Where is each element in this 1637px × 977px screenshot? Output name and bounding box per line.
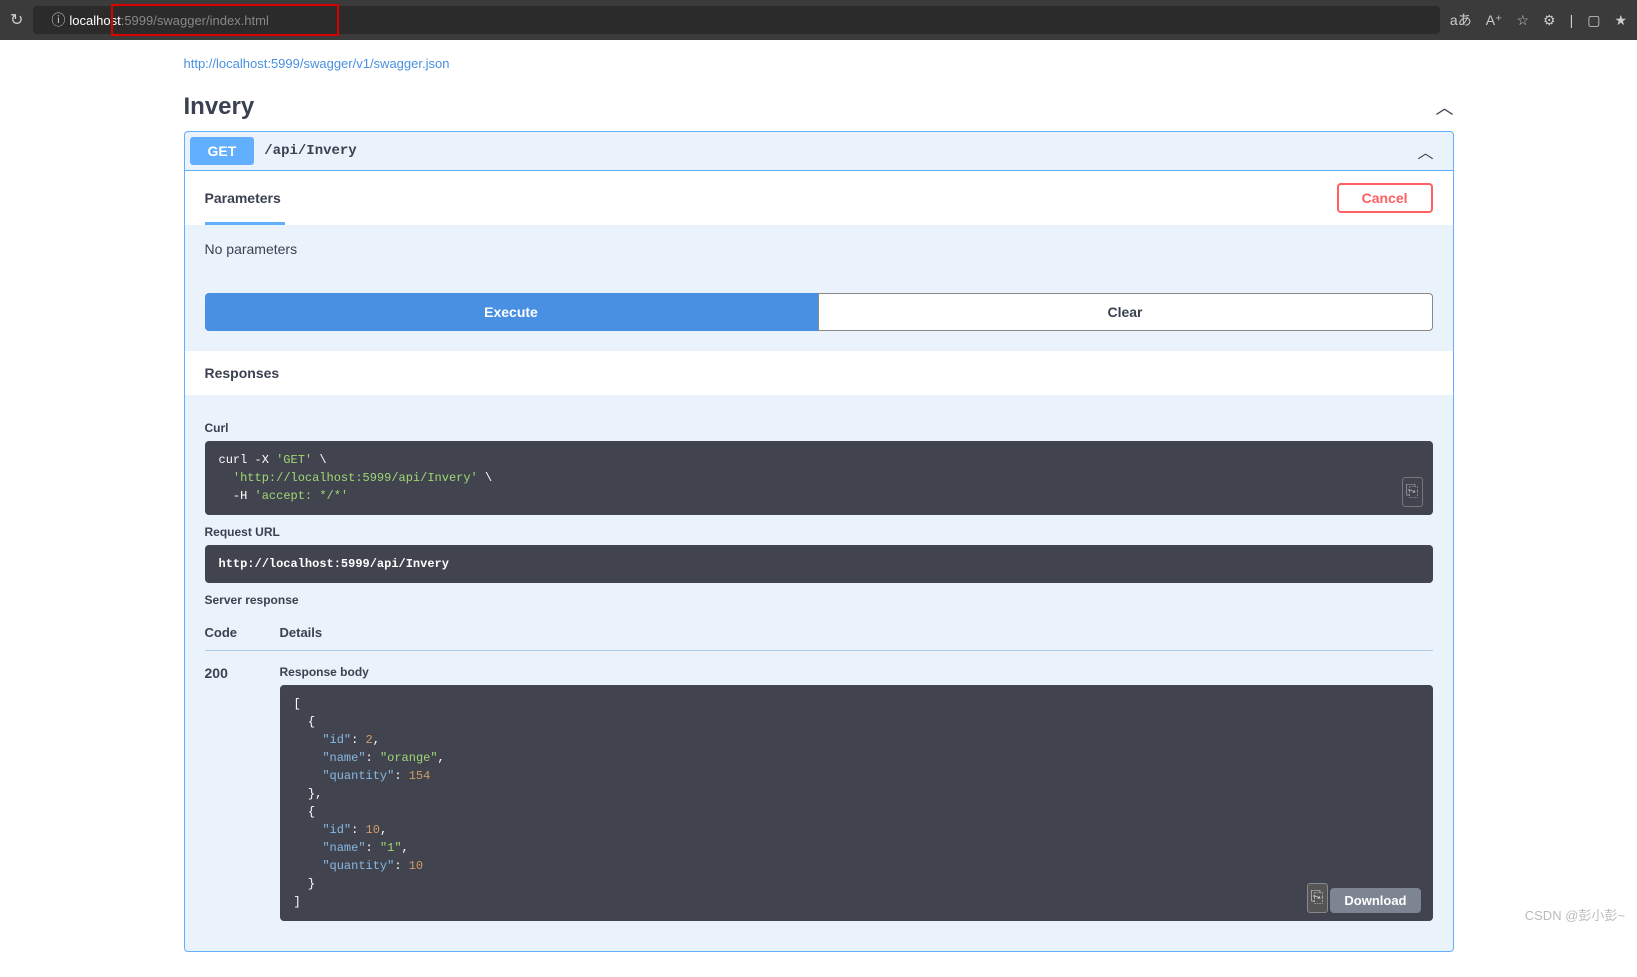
url-input[interactable]: ⓘ localhost:5999/swagger/index.html <box>33 6 1440 34</box>
url-text: localhost:5999/swagger/index.html <box>69 13 268 28</box>
curl-label: Curl <box>205 421 1433 435</box>
request-url-block: http://localhost:5999/api/Invery <box>205 545 1433 583</box>
extensions-icon[interactable]: ⚙ <box>1543 12 1556 29</box>
execute-button[interactable]: Execute <box>205 293 818 331</box>
execute-row: Execute Clear <box>185 273 1453 351</box>
response-body-block: [ { "id": 2, "name": "orange", "quantity… <box>280 685 1433 921</box>
reload-icon[interactable]: ↻ <box>10 10 23 30</box>
operation-path: /api/Invery <box>254 143 1403 159</box>
response-row: 200 Response body [ { "id": 2, "name": "… <box>205 651 1433 935</box>
tag-header[interactable]: Invery ︿ <box>184 77 1454 131</box>
browser-address-bar: ↻ ⓘ localhost:5999/swagger/index.html aあ… <box>0 0 1637 40</box>
read-aloud-icon[interactable]: A⁺ <box>1486 12 1503 29</box>
responses-body: Curl curl -X 'GET' \ 'http://localhost:5… <box>185 395 1453 951</box>
server-response-label: Server response <box>205 593 1433 607</box>
divider: | <box>1570 12 1574 28</box>
curl-block: curl -X 'GET' \ 'http://localhost:5999/a… <box>205 441 1433 515</box>
operation-summary[interactable]: GET /api/Invery ︿ <box>185 132 1453 171</box>
details-column-header: Details <box>280 625 1433 640</box>
watermark: CSDN @彭小彭~ <box>1525 905 1625 924</box>
code-column-header: Code <box>205 625 280 640</box>
response-code: 200 <box>205 665 280 921</box>
copy-icon[interactable]: ⎘ <box>1402 477 1423 507</box>
tag-title: Invery <box>184 93 255 121</box>
cancel-button[interactable]: Cancel <box>1337 183 1433 213</box>
more-icon[interactable]: ★ <box>1614 12 1627 29</box>
request-url-label: Request URL <box>205 525 1433 539</box>
main-container: http://localhost:5999/swagger/v1/swagger… <box>184 40 1454 977</box>
parameters-header: Parameters Cancel <box>185 171 1453 225</box>
copy-icon[interactable]: ⎘ <box>1307 883 1328 913</box>
response-table-header: Code Details <box>205 615 1433 651</box>
chevron-up-icon[interactable]: ︿ <box>1436 94 1454 120</box>
parameters-body: No parameters <box>185 225 1453 273</box>
response-body-label: Response body <box>280 665 1433 679</box>
translate-icon[interactable]: aあ <box>1450 10 1472 30</box>
method-badge: GET <box>190 137 255 165</box>
swagger-json-link[interactable]: http://localhost:5999/swagger/v1/swagger… <box>184 50 450 77</box>
response-details: Response body [ { "id": 2, "name": "oran… <box>280 665 1433 921</box>
operation-block: GET /api/Invery ︿ Parameters Cancel No p… <box>184 131 1454 952</box>
chevron-up-icon[interactable]: ︿ <box>1403 139 1447 163</box>
clear-button[interactable]: Clear <box>818 293 1433 331</box>
no-parameters-text: No parameters <box>205 241 1433 257</box>
download-button[interactable]: Download <box>1330 888 1420 913</box>
favorite-icon[interactable]: ☆ <box>1516 12 1529 29</box>
collections-icon[interactable]: ▢ <box>1587 12 1600 29</box>
info-icon[interactable]: ⓘ <box>51 10 65 30</box>
browser-toolbar-icons: aあ A⁺ ☆ ⚙ | ▢ ★ <box>1450 10 1627 30</box>
responses-header: Responses <box>185 351 1453 395</box>
parameters-title: Parameters <box>205 190 281 206</box>
